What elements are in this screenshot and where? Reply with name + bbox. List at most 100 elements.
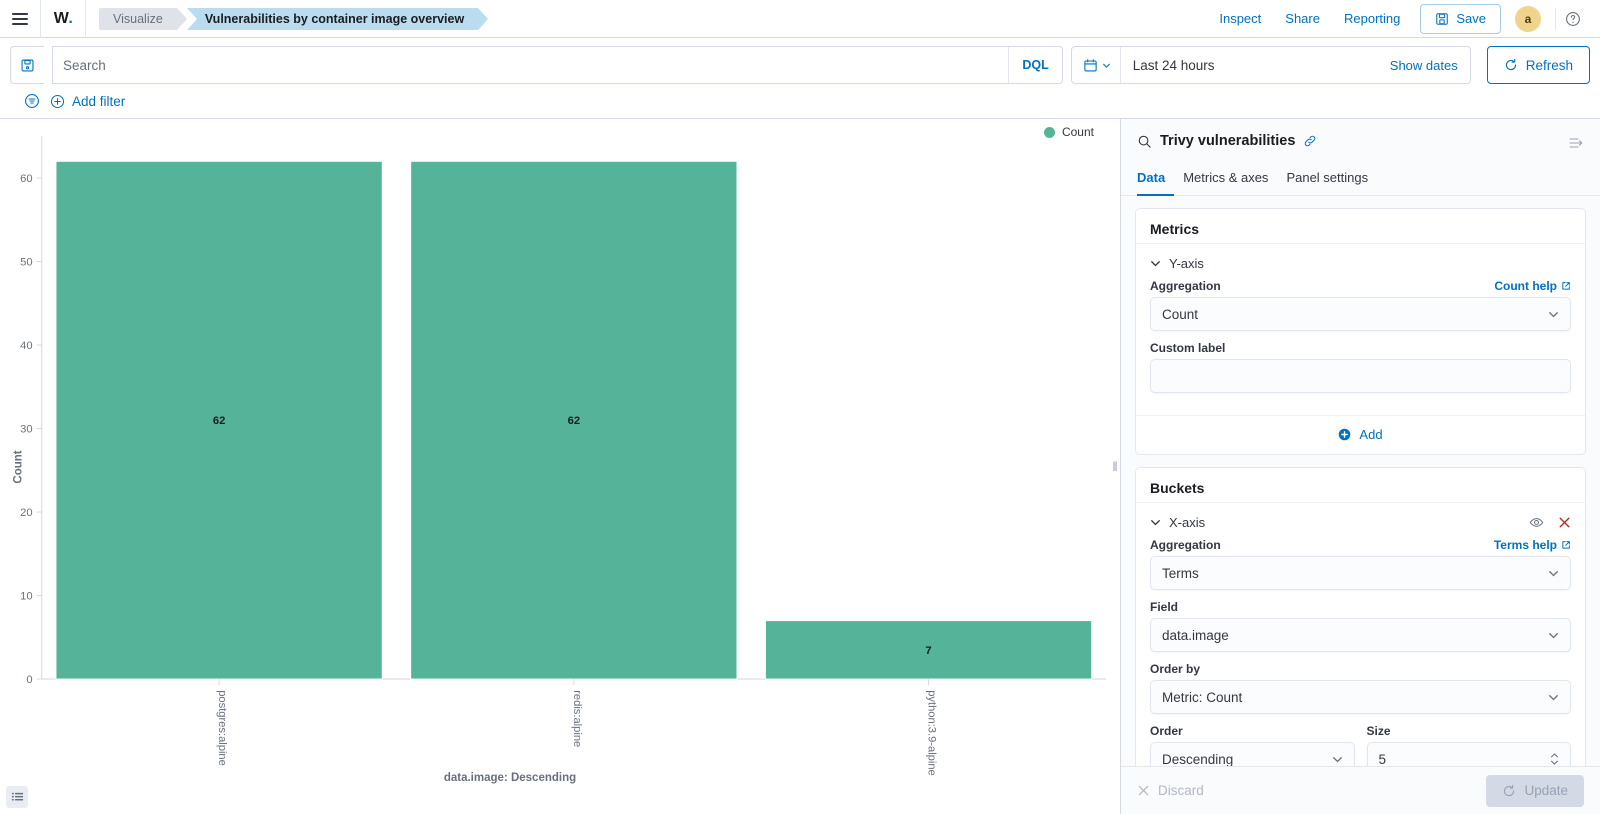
metrics-panel-title: Metrics (1150, 221, 1200, 237)
x-order-value: Descending (1162, 751, 1234, 767)
count-help-link[interactable]: Count help (1494, 279, 1571, 293)
custom-label-input[interactable] (1150, 359, 1571, 393)
plus-circle-icon (50, 94, 65, 108)
tab-panel-settings[interactable]: Panel settings (1277, 162, 1377, 196)
filter-options-button[interactable] (24, 93, 40, 109)
tab-metrics-axes[interactable]: Metrics & axes (1174, 162, 1277, 196)
save-disk-icon (21, 59, 34, 71)
pane-resizer[interactable]: ‖ (1110, 119, 1120, 814)
discard-button[interactable]: Discard (1137, 783, 1204, 798)
bar-chart[interactable]: 0 10 20 30 40 50 60 62 postgres:alpine 62 redis:al… (0, 119, 1110, 814)
x-order-select[interactable]: Descending (1150, 742, 1355, 766)
x-order-label: Order (1150, 724, 1183, 738)
x-order-by-select[interactable]: Metric: Count (1150, 680, 1571, 714)
data-table-toggle-button[interactable] (6, 786, 28, 808)
x-aggregation-label: Aggregation (1150, 538, 1221, 552)
breadcrumb-current[interactable]: Vulnerabilities by container image overv… (186, 7, 489, 30)
x-aggregation-label-row: Aggregation Terms help (1150, 538, 1571, 552)
query-row: DQL Last 24 hours Show dates Re (10, 46, 1590, 84)
app-logo[interactable]: W. (40, 0, 86, 38)
visualization-editor: Trivy vulnerabilities Data Metrics & axe… (1120, 119, 1600, 814)
update-button[interactable]: Update (1486, 774, 1584, 807)
x-aggregation-select[interactable]: Terms (1150, 556, 1571, 590)
svg-text:postgres:alpine: postgres:alpine (216, 690, 228, 766)
eye-icon (1529, 518, 1544, 527)
app-root: W. Visualize Vulnerabilities by containe… (0, 0, 1600, 814)
save-button-label: Save (1456, 11, 1486, 26)
breadcrumb-label: Visualize (113, 11, 163, 26)
date-range-text[interactable]: Last 24 hours (1121, 58, 1378, 73)
save-button[interactable]: Save (1420, 3, 1501, 34)
add-metric-button[interactable]: Add (1136, 415, 1585, 454)
filter-bar: Add filter (10, 84, 1590, 118)
add-filter-label: Add filter (72, 93, 126, 109)
search-input[interactable] (53, 47, 1009, 83)
x-order-label-row: Order (1150, 724, 1355, 738)
y-axis-accordion-header[interactable]: Y-axis (1150, 252, 1571, 279)
chevron-down-icon (1549, 570, 1558, 576)
number-stepper-icon[interactable] (1550, 753, 1559, 765)
svg-text:python:3.9-alpine: python:3.9-alpine (926, 690, 938, 776)
share-link[interactable]: Share (1273, 11, 1332, 26)
terms-help-label: Terms help (1493, 538, 1557, 552)
link-chain-icon[interactable] (1303, 134, 1317, 148)
reporting-link[interactable]: Reporting (1332, 11, 1412, 26)
hamburger-menu-icon (12, 12, 28, 25)
svg-text:10: 10 (20, 591, 32, 603)
logo-dot: . (68, 9, 73, 27)
custom-label-label: Custom label (1150, 341, 1226, 355)
logo-text: W (53, 9, 69, 27)
add-filter-button[interactable]: Add filter (50, 94, 125, 109)
x-field-label-row: Field (1150, 600, 1571, 614)
date-quick-select-button[interactable] (1072, 47, 1121, 83)
external-link-icon (1562, 282, 1570, 290)
x-axis-title-wrap: data.image: Descending (0, 772, 1110, 784)
chevron-down-icon (1332, 756, 1342, 762)
x-axis-visibility-button[interactable] (1529, 515, 1544, 530)
filter-list-icon (25, 94, 39, 108)
svg-text:30: 30 (20, 424, 32, 436)
update-button-label: Update (1524, 783, 1568, 798)
header-actions: Inspect Share Reporting Save a (1207, 3, 1600, 34)
buckets-x-axis-group: X-axis Aggregation Terms help Terms Fiel… (1136, 502, 1585, 766)
refresh-button[interactable]: Refresh (1486, 46, 1590, 84)
collapse-panel-button[interactable] (1568, 133, 1584, 151)
svg-text:redis:alpine: redis:alpine (571, 690, 583, 747)
add-metric-label: Add (1359, 427, 1383, 442)
chevron-down-icon (1102, 63, 1110, 68)
visualization-pane: Count Count 0 10 20 30 40 50 60 62 postgres:alpi… (0, 119, 1110, 814)
hamburger-menu-button[interactable] (0, 0, 40, 38)
avatar[interactable]: a (1515, 5, 1541, 32)
x-axis-accordion-header[interactable]: X-axis (1150, 511, 1571, 538)
svg-text:60: 60 (20, 173, 32, 185)
inspect-link[interactable]: Inspect (1207, 11, 1273, 26)
saved-query-button[interactable] (10, 46, 44, 84)
x-axis-title: data.image: Descending (443, 772, 577, 784)
x-axis-remove-button[interactable] (1558, 516, 1571, 529)
collapse-panel-icon (1569, 138, 1583, 148)
show-dates-button[interactable]: Show dates (1378, 58, 1470, 73)
save-disk-icon (1436, 12, 1449, 25)
x-size-label-row: Size (1367, 724, 1572, 738)
terms-help-link[interactable]: Terms help (1494, 538, 1571, 552)
breadcrumb-visualize[interactable]: Visualize (99, 7, 187, 30)
query-bar: DQL Last 24 hours Show dates Re (0, 38, 1600, 118)
x-order-field: Order Descending (1150, 724, 1355, 766)
x-size-stepper[interactable]: 5 (1366, 742, 1571, 766)
refresh-icon (1504, 784, 1515, 796)
y-axis-label: Y-axis (1169, 256, 1204, 271)
query-language-button[interactable]: DQL (1008, 47, 1061, 83)
editor-content: Metrics Y-axis Aggregation Count help Co… (1121, 196, 1600, 766)
custom-label-field: Custom label (1150, 341, 1571, 393)
tab-data[interactable]: Data (1137, 162, 1175, 196)
svg-text:62: 62 (568, 415, 580, 427)
breadcrumb: Visualize Vulnerabilities by container i… (99, 0, 489, 38)
close-x-icon (1138, 785, 1149, 796)
y-aggregation-select[interactable]: Count (1150, 297, 1571, 331)
help-button[interactable] (1556, 11, 1590, 27)
svg-text:50: 50 (20, 257, 32, 269)
refresh-button-label: Refresh (1525, 57, 1573, 73)
svg-text:40: 40 (20, 340, 32, 352)
x-field-select[interactable]: data.image (1150, 618, 1571, 652)
plus-circle-filled-icon (1339, 428, 1351, 441)
